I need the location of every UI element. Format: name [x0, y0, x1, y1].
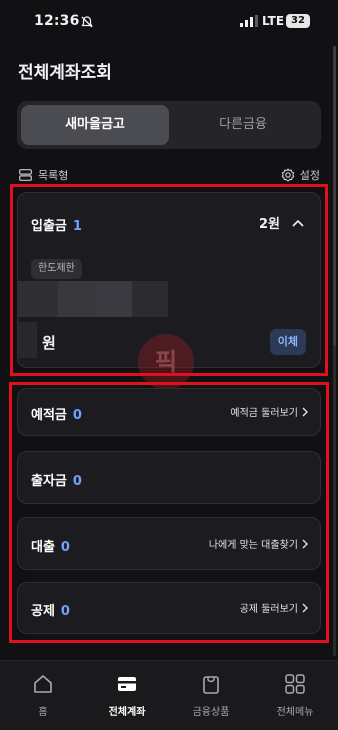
bell-muted-icon: [81, 16, 93, 28]
nav-all-menu[interactable]: 전체메뉴: [255, 673, 335, 718]
highlight-box: [10, 184, 328, 376]
list-view-icon: [19, 169, 32, 181]
home-icon: [34, 675, 52, 693]
grid-icon: [285, 674, 305, 694]
nav-all-accounts-label: 전체계좌: [108, 707, 146, 718]
nav-home-label: 홈: [38, 707, 48, 718]
settings-label: 설정: [299, 169, 320, 182]
nav-products-label: 금융상품: [192, 707, 230, 718]
battery-indicator: 32: [286, 14, 310, 28]
network-label: LTE: [262, 14, 285, 28]
bottom-navigation: 홈 전체계좌 금융상품 전체메뉴: [0, 660, 338, 730]
settings-button[interactable]: 설정: [281, 167, 320, 183]
nav-all-menu-label: 전체메뉴: [276, 707, 314, 718]
status-bar: 12:36 LTE 32: [0, 0, 338, 44]
bag-icon: [203, 676, 219, 694]
nav-products[interactable]: 금융상품: [171, 673, 251, 718]
signal-icon: [240, 15, 258, 27]
page-title: 전체계좌조회: [18, 63, 112, 83]
gear-icon: [281, 168, 295, 182]
view-mode-label: 목록형: [38, 169, 69, 182]
view-mode-toggle[interactable]: 목록형: [19, 167, 68, 183]
scrollbar[interactable]: [333, 46, 336, 656]
card-icon: [118, 677, 136, 691]
tab-other-finance[interactable]: 다른금융: [169, 105, 317, 145]
nav-all-accounts[interactable]: 전체계좌: [87, 673, 167, 718]
highlight-box: [9, 382, 329, 643]
institution-segment: 새마을금고 다른금융: [17, 101, 321, 149]
status-time: 12:36: [34, 13, 80, 29]
scrollbar-thumb[interactable]: [333, 46, 336, 346]
tab-mg-bank[interactable]: 새마을금고: [21, 105, 169, 145]
nav-home[interactable]: 홈: [3, 673, 83, 718]
